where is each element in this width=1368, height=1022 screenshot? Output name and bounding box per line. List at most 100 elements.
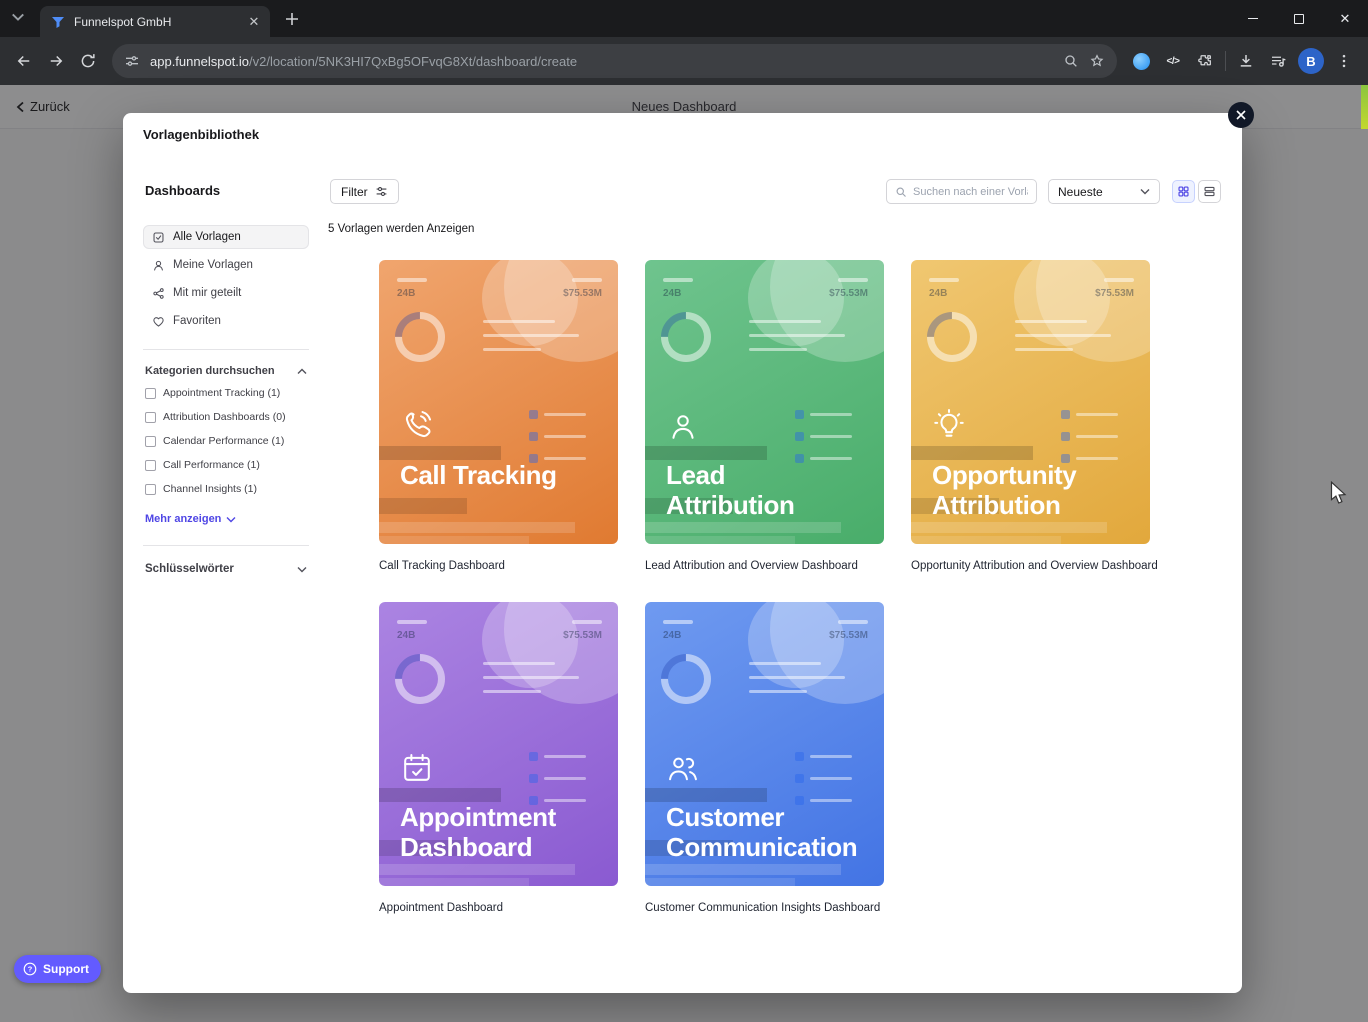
url-text: app.funnelspot.io/v2/location/5NK3HI7QxB…	[150, 53, 578, 69]
phone-icon	[399, 408, 435, 444]
preview-band	[379, 536, 529, 544]
downloads-icon[interactable]	[1230, 45, 1262, 77]
category-checkbox-row[interactable]: Call Performance (1)	[145, 457, 307, 473]
preview-line	[749, 334, 845, 337]
search-input[interactable]	[913, 185, 1028, 198]
browser-titlebar: Funnelspot GmbH ✕ ✕	[0, 0, 1368, 37]
filter-button[interactable]: Filter	[330, 179, 399, 204]
chevron-up-icon	[297, 368, 307, 375]
preview-list-row	[529, 774, 586, 783]
template-card[interactable]: 24B $75.53M Appointment Dashboard	[379, 602, 618, 886]
sidebar-nav-item[interactable]: Meine Vorlagen	[143, 253, 309, 277]
bookmark-star-icon[interactable]	[1089, 53, 1105, 69]
preview-donut-chart	[916, 301, 988, 373]
support-label: Support	[43, 962, 89, 976]
keywords-header[interactable]: Schlüsselwörter	[145, 563, 307, 575]
category-checkbox-row[interactable]: Calendar Performance (1)	[145, 433, 307, 449]
view-toggle	[1172, 180, 1221, 203]
preview-stat: $75.53M	[1095, 278, 1134, 299]
preview-line	[749, 690, 807, 693]
browser-tab[interactable]: Funnelspot GmbH ✕	[40, 6, 270, 37]
preview-donut-chart	[650, 301, 722, 373]
lead-icon	[665, 408, 701, 444]
preview-list-row	[529, 752, 586, 761]
template-title: Opportunity Attribution	[932, 460, 1077, 521]
category-checkbox-row[interactable]: Attribution Dashboards (0)	[145, 409, 307, 425]
preview-band	[379, 446, 501, 460]
template-card[interactable]: 24B $75.53M Customer Communication	[645, 602, 884, 886]
template-library-modal: Vorlagenbibliothek Dashboards Alle Vorla…	[123, 102, 1254, 993]
share-icon	[152, 287, 165, 300]
template-card[interactable]: 24B $75.53M Lead Attribution	[645, 260, 884, 544]
chevron-down-icon	[1140, 188, 1150, 195]
extension-blue-icon[interactable]	[1125, 45, 1157, 77]
search-icon	[895, 186, 907, 198]
template-cell: 24B $75.53M Customer Communication Custo…	[645, 602, 884, 914]
chevron-down-icon	[297, 566, 307, 573]
sort-select[interactable]: Neueste	[1048, 179, 1160, 204]
reload-icon[interactable]	[72, 45, 104, 77]
funnelspot-favicon-icon	[50, 14, 66, 30]
preview-line	[483, 348, 541, 351]
preview-list-row	[795, 410, 852, 419]
template-title: Call Tracking	[400, 460, 557, 490]
media-controls-icon[interactable]	[1262, 45, 1294, 77]
list-view-button[interactable]	[1198, 180, 1221, 203]
profile-avatar[interactable]: B	[1298, 48, 1324, 74]
show-more-button[interactable]: Mehr anzeigen	[145, 513, 236, 525]
preview-line	[483, 690, 541, 693]
close-window-icon[interactable]: ✕	[1322, 0, 1368, 37]
new-tab-icon[interactable]	[282, 9, 302, 29]
support-button[interactable]: ? Support	[14, 955, 101, 983]
preview-band	[911, 446, 1033, 460]
checkbox-icon[interactable]	[145, 483, 156, 495]
toolbar-separator	[1225, 51, 1226, 71]
checkbox-icon[interactable]	[145, 459, 156, 471]
minimize-icon[interactable]	[1230, 0, 1276, 37]
page-edge-tab	[1361, 85, 1368, 129]
checkbox-icon[interactable]	[145, 411, 156, 423]
checkbox-icon[interactable]	[145, 387, 156, 399]
template-card[interactable]: 24B $75.53M Call Tracking	[379, 260, 618, 544]
preview-stat: $75.53M	[829, 620, 868, 641]
url-bar[interactable]: app.funnelspot.io/v2/location/5NK3HI7QxB…	[112, 44, 1117, 78]
template-caption: Lead Attribution and Overview Dashboard	[645, 560, 858, 572]
preview-line	[483, 334, 579, 337]
template-grid: 24B $75.53M Call Tracking Call Tracking …	[379, 260, 1158, 914]
template-card[interactable]: 24B $75.53M Opportunity Attribution	[911, 260, 1150, 544]
sidebar-nav-item[interactable]: Alle Vorlagen	[143, 225, 309, 249]
tab-close-icon[interactable]: ✕	[246, 14, 262, 30]
checkbox-icon[interactable]	[145, 435, 156, 447]
preview-band	[645, 788, 767, 802]
sidebar-divider	[143, 349, 309, 350]
show-more-label: Mehr anzeigen	[145, 513, 222, 525]
maximize-icon[interactable]	[1276, 0, 1322, 37]
site-info-icon[interactable]	[124, 53, 140, 69]
grid-view-button[interactable]	[1172, 180, 1195, 203]
extensions-puzzle-icon[interactable]	[1189, 45, 1221, 77]
results-count: 5 Vorlagen werden Anzeigen	[328, 223, 475, 235]
category-checkbox-row[interactable]: Channel Insights (1)	[145, 481, 307, 497]
categories-heading: Kategorien durchsuchen	[145, 365, 275, 377]
menu-kebab-icon[interactable]	[1328, 45, 1360, 77]
forward-icon[interactable]	[40, 45, 72, 77]
tab-search-icon[interactable]	[11, 12, 25, 22]
preview-line	[749, 320, 821, 323]
preview-stat: 24B	[663, 278, 693, 299]
modal-close-button[interactable]	[1228, 102, 1254, 128]
sidebar-nav-item[interactable]: Mit mir geteilt	[143, 281, 309, 305]
keywords-heading: Schlüsselwörter	[145, 563, 234, 575]
preview-band	[911, 522, 1107, 533]
sidebar-nav-item[interactable]: Favoriten	[143, 309, 309, 333]
heart-icon	[152, 315, 165, 328]
preview-band	[379, 878, 529, 886]
preview-list-row	[795, 774, 852, 783]
back-icon[interactable]	[8, 45, 40, 77]
extension-code-icon[interactable]: </>	[1157, 45, 1189, 77]
preview-stat: $75.53M	[829, 278, 868, 299]
preview-donut-chart	[384, 301, 456, 373]
categories-header[interactable]: Kategorien durchsuchen	[145, 365, 307, 377]
zoom-icon[interactable]	[1063, 53, 1079, 69]
preview-line	[1015, 348, 1073, 351]
category-checkbox-row[interactable]: Appointment Tracking (1)	[145, 385, 307, 401]
